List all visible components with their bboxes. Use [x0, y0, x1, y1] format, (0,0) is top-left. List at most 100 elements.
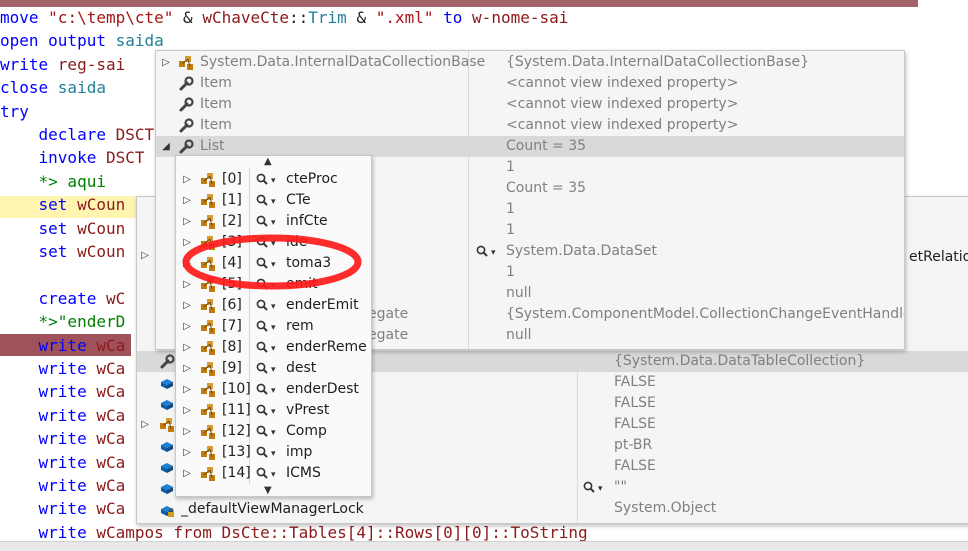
list-item-cte[interactable]: ▷ [1] ▾ CTe	[176, 190, 371, 211]
row-value: null	[506, 285, 532, 301]
datatip-row[interactable]: Item <cannot view indexed property>	[156, 115, 904, 136]
code-token: invoke	[0, 148, 106, 168]
code-line[interactable]: set wCoun	[0, 193, 126, 216]
magnifier-icon[interactable]: ▾	[256, 295, 282, 316]
code-line[interactable]: write wCa	[0, 380, 126, 403]
code-line[interactable]: write wCa	[0, 334, 126, 357]
code-line[interactable]: declare DSCT	[0, 123, 155, 146]
code-token: write	[0, 499, 97, 519]
magnifier-icon[interactable]: ▾	[476, 241, 502, 262]
row-value: {System.ComponentModel.CollectionChangeE…	[506, 306, 905, 322]
row-value: 1	[506, 264, 515, 280]
field-icon	[159, 459, 175, 475]
expand-icon[interactable]: ▷	[181, 169, 193, 190]
magnifier-icon[interactable]: ▾	[583, 477, 609, 498]
row-value: 1	[506, 159, 515, 175]
list-item-enderdest[interactable]: ▷ [10] ▾ enderDest	[176, 379, 371, 400]
expand-icon[interactable]: ▷	[181, 442, 193, 463]
magnifier-icon[interactable]: ▾	[256, 169, 282, 190]
row-value: Count = 35	[506, 138, 587, 154]
magnifier-icon[interactable]: ▾	[256, 358, 282, 379]
code-line[interactable]: close saida	[0, 76, 106, 99]
magnifier-icon[interactable]: ▾	[256, 463, 282, 484]
row-name: Item	[200, 96, 232, 112]
code-token: wCoun	[77, 195, 126, 215]
code-token: *>"enderD	[0, 312, 126, 332]
magnifier-icon[interactable]: ▾	[256, 211, 282, 232]
row-value: System.Data.DataSet	[506, 243, 657, 259]
code-line[interactable]: write wCa	[0, 427, 126, 450]
code-line[interactable]: write reg-sai	[0, 53, 125, 76]
expand-icon[interactable]: ▷	[181, 400, 193, 421]
code-token: write	[0, 476, 97, 495]
magnifier-icon[interactable]: ▾	[256, 421, 282, 442]
expand-icon[interactable]: ▷	[181, 295, 193, 316]
list-item-cteproc[interactable]: ▷ [0] ▾ cteProc	[176, 169, 371, 190]
class-icon	[200, 298, 216, 314]
list-item-infcte[interactable]: ▷ [2] ▾ infCte	[176, 211, 371, 232]
code-token: &	[173, 8, 203, 27]
magnifier-icon[interactable]: ▾	[256, 379, 282, 400]
datatip-list-items[interactable]: ▲ ▷ [0] ▾ cteProc ▷ [1] ▾ CTe ▷ [2] ▾ infCte ▷ [3] ▾ id…	[175, 155, 372, 497]
row-value: FALSE	[614, 458, 656, 474]
expand-icon[interactable]: ▷	[181, 358, 193, 379]
datatip-row[interactable]: Item <cannot view indexed property>	[156, 73, 904, 94]
code-line[interactable]: *> aqui	[0, 170, 106, 193]
item-name: Comp	[286, 423, 327, 439]
item-index: [12]	[222, 423, 251, 439]
code-line[interactable]: write wCa	[0, 357, 126, 380]
code-line[interactable]: open output saida	[0, 29, 164, 52]
datatip-row-defaultviewmanagerlock[interactable]: _defaultViewManagerLock	[137, 499, 968, 520]
expand-icon[interactable]: ▷	[181, 316, 193, 337]
code-line[interactable]: *>"enderD	[0, 310, 126, 333]
list-item-vprest[interactable]: ▷ [11] ▾ vPrest	[176, 400, 371, 421]
wrench-icon	[178, 118, 194, 134]
code-line[interactable]: try	[0, 100, 29, 123]
code-token: wCa	[96, 476, 126, 495]
list-item-enderemit[interactable]: ▷ [6] ▾ enderEmit	[176, 295, 371, 316]
code-line[interactable]: move "c:\temp\cte" & wChaveCte::Trim & "…	[0, 6, 568, 29]
item-index: [13]	[222, 444, 251, 460]
code-line[interactable]: set wCoun	[0, 240, 126, 263]
code-line[interactable]: create wC	[0, 287, 126, 310]
expand-icon[interactable]: ▷	[181, 379, 193, 400]
code-line[interactable]: write wCa	[0, 497, 126, 520]
scroll-down-icon[interactable]: ▼	[264, 485, 272, 496]
row-value: 1	[506, 201, 515, 217]
expand-icon[interactable]: ▷	[160, 52, 172, 73]
expand-icon[interactable]: ▷	[181, 211, 193, 232]
magnifier-icon[interactable]: ▾	[256, 190, 282, 211]
expand-icon[interactable]: ▷	[181, 337, 193, 358]
list-item-rem[interactable]: ▷ [7] ▾ rem	[176, 316, 371, 337]
field-icon	[159, 375, 175, 391]
wrench-icon	[178, 76, 194, 92]
list-item-enderreme[interactable]: ▷ [8] ▾ enderReme	[176, 337, 371, 358]
collapse-icon[interactable]: ◢	[160, 136, 172, 157]
magnifier-icon[interactable]: ▾	[256, 316, 282, 337]
class-icon	[200, 172, 216, 188]
code-token: Trim	[308, 8, 347, 27]
partial-name: etRelation	[909, 249, 968, 265]
list-item-imp[interactable]: ▷ [13] ▾ imp	[176, 442, 371, 463]
expand-icon[interactable]: ▷	[181, 190, 193, 211]
magnifier-icon[interactable]: ▾	[256, 400, 282, 421]
expand-icon[interactable]: ▷	[181, 421, 193, 442]
datatip-row[interactable]: ▷ System.Data.InternalDataCollectionBase {…	[156, 52, 904, 73]
list-item-dest[interactable]: ▷ [9] ▾ dest	[176, 358, 371, 379]
code-line[interactable]: write wCa	[0, 451, 126, 474]
code-line[interactable]: write wCa	[0, 474, 126, 497]
row-value: ""	[614, 479, 627, 495]
code-line[interactable]: set wCoun	[0, 217, 126, 240]
list-item-comp[interactable]: ▷ [12] ▾ Comp	[176, 421, 371, 442]
magnifier-icon[interactable]: ▾	[256, 337, 282, 358]
datatip-row[interactable]: Item <cannot view indexed property>	[156, 94, 904, 115]
code-token: write	[0, 405, 97, 425]
item-index: [0]	[222, 171, 242, 187]
code-line[interactable]: invoke DSCT	[0, 146, 145, 169]
code-line[interactable]: write wCa	[0, 404, 126, 427]
magnifier-icon[interactable]: ▾	[256, 442, 282, 463]
list-item-icms[interactable]: ▷ [14] ▾ ICMS	[176, 463, 371, 484]
expand-icon[interactable]: ▷	[181, 463, 193, 484]
scroll-up-icon[interactable]: ▲	[264, 156, 272, 167]
datatip-row[interactable]: ◢ List Count = 35	[156, 136, 904, 157]
